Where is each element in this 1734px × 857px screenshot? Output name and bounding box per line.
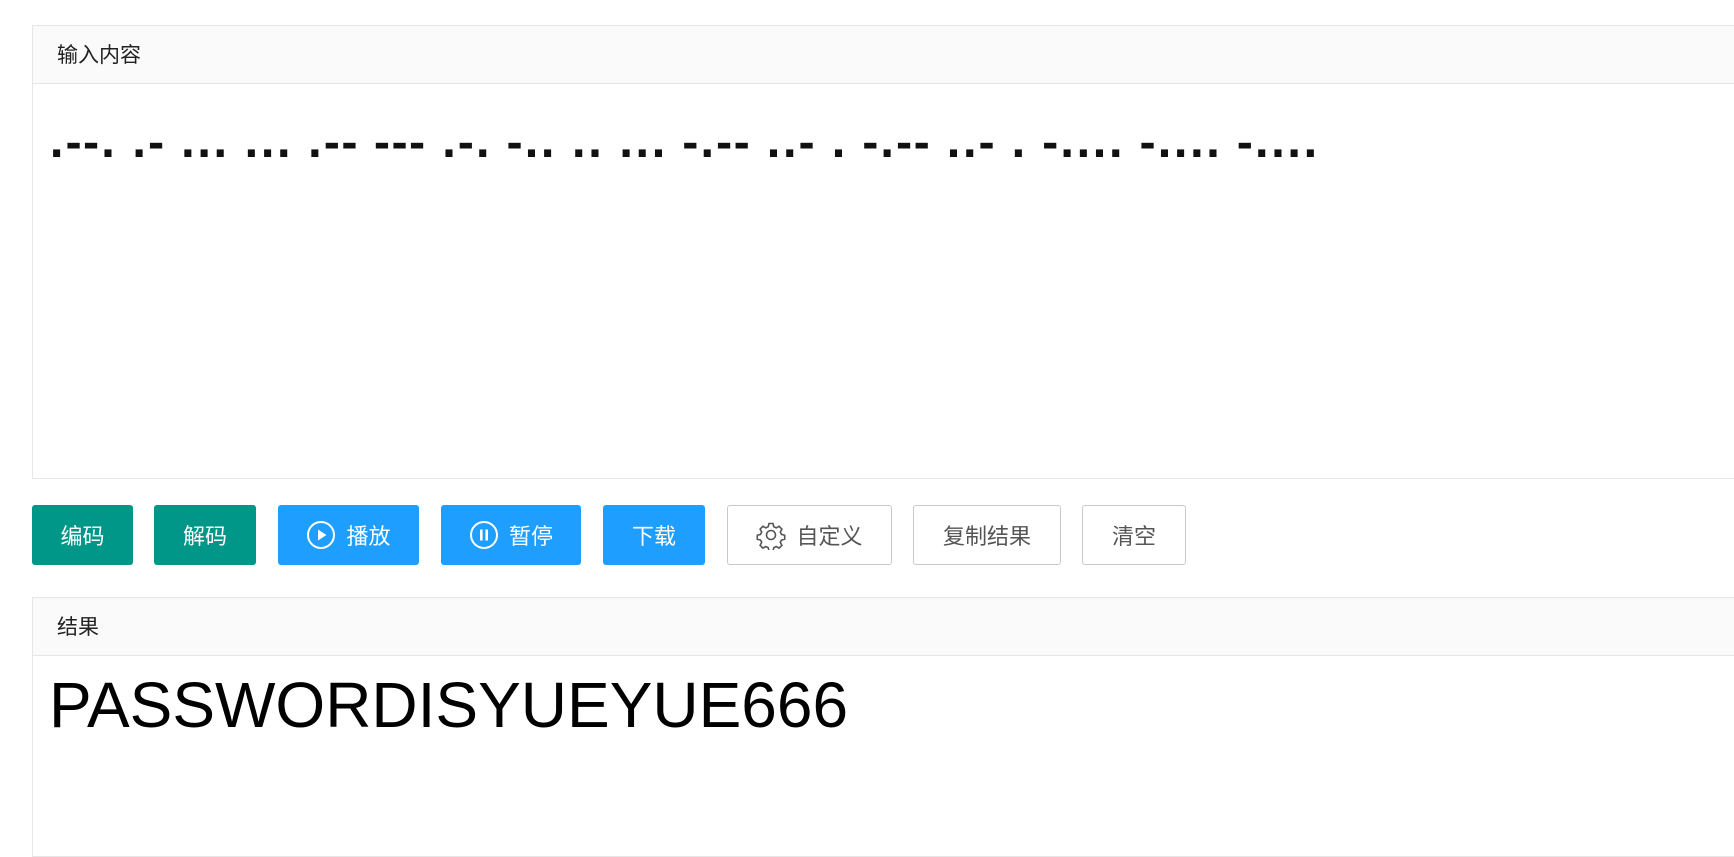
- download-button-label: 下载: [631, 525, 676, 550]
- morse-input-textarea[interactable]: .--. .- ... ... .-- --- .-. -.. .. ... -…: [33, 84, 1734, 174]
- decode-button[interactable]: 解码: [154, 505, 256, 565]
- custom-button-label: 自定义: [796, 525, 863, 550]
- play-circle-icon: [306, 520, 336, 550]
- pause-button[interactable]: 暂停: [441, 505, 581, 565]
- input-panel-title: 输入内容: [33, 26, 1734, 84]
- encode-button-label: 编码: [60, 525, 105, 550]
- decode-button-label: 解码: [182, 525, 227, 550]
- copy-result-button[interactable]: 复制结果: [913, 505, 1061, 565]
- clear-button-label: 清空: [1111, 525, 1156, 550]
- pause-circle-icon: [469, 520, 499, 550]
- copy-result-button-label: 复制结果: [942, 525, 1031, 550]
- play-button-label: 播放: [346, 525, 391, 550]
- play-button[interactable]: 播放: [278, 505, 419, 565]
- pause-button-label: 暂停: [508, 525, 553, 550]
- download-button[interactable]: 下载: [603, 505, 705, 565]
- encode-button[interactable]: 编码: [32, 505, 133, 565]
- custom-button[interactable]: 自定义: [727, 505, 892, 565]
- result-panel: 结果 PASSWORDISYUEYUE666: [32, 597, 1734, 857]
- decoded-result-text: PASSWORDISYUEYUE666: [49, 669, 849, 741]
- gear-icon: [756, 520, 786, 550]
- input-panel: 输入内容 .--. .- ... ... .-- --- .-. -.. .. …: [32, 25, 1734, 479]
- result-panel-title: 结果: [33, 598, 1734, 656]
- clear-button[interactable]: 清空: [1082, 505, 1186, 565]
